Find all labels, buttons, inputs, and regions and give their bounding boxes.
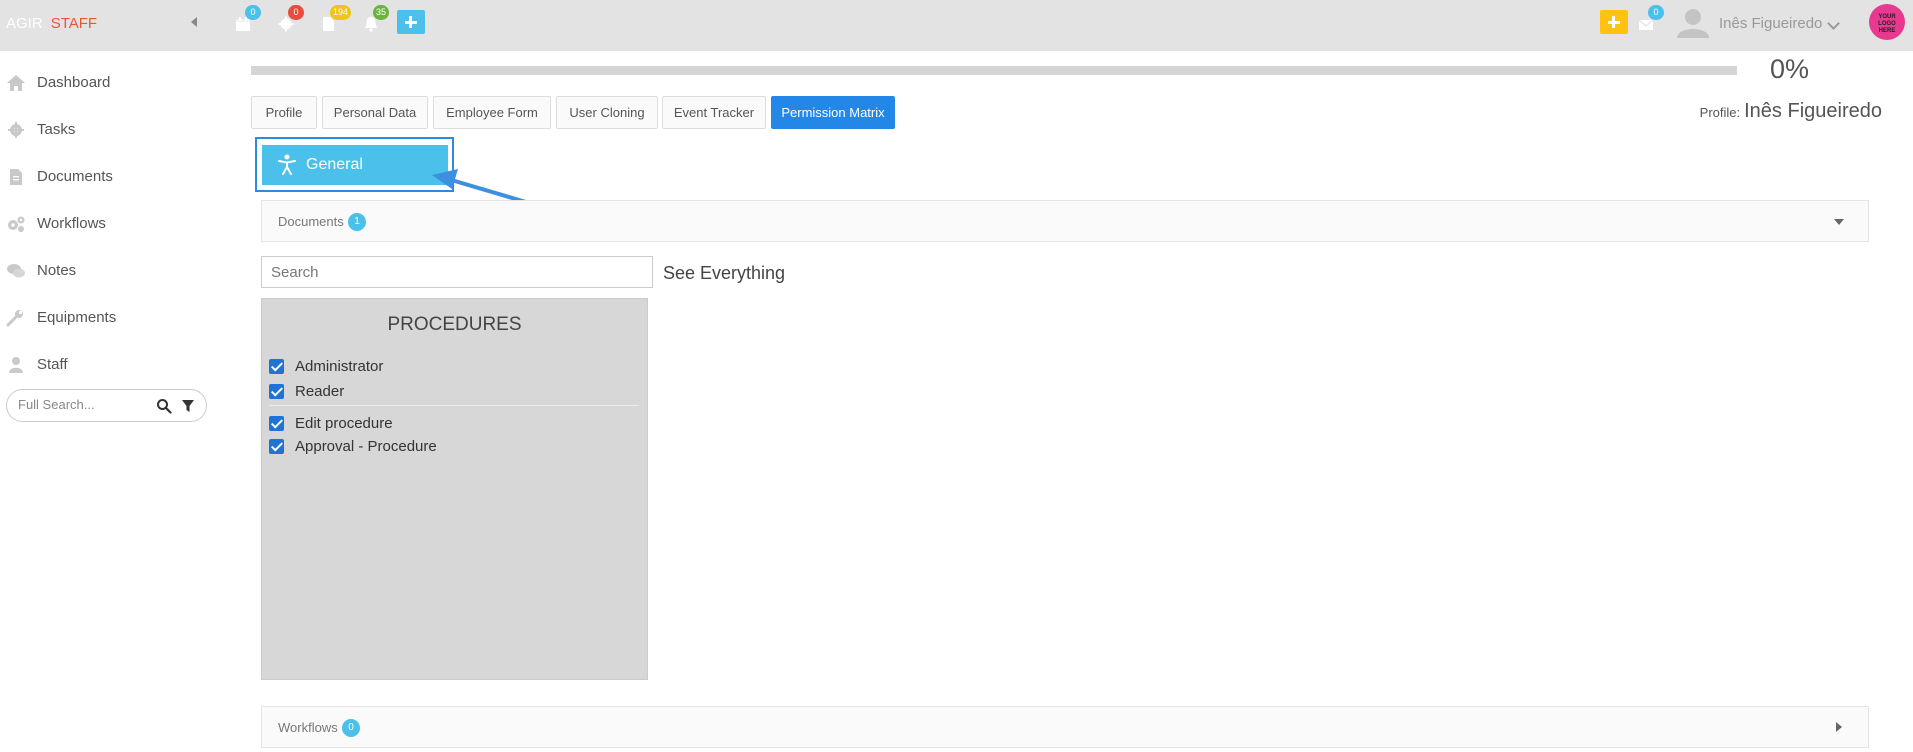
permission-label: Administrator	[295, 358, 384, 375]
sidebar-item-tasks[interactable]: Tasks	[0, 114, 210, 144]
documents-accordion-label: Documents	[278, 214, 344, 229]
messages-button[interactable]: 0	[1636, 5, 1664, 32]
permission-edit-procedure[interactable]: Edit procedure	[269, 414, 639, 434]
sidebar-item-workflows[interactable]: Workflows	[0, 208, 210, 238]
chevron-down-icon[interactable]	[1827, 17, 1840, 30]
permission-label: Approval - Procedure	[295, 438, 437, 455]
full-search-box	[6, 389, 207, 422]
wrench-icon	[6, 310, 23, 327]
general-permissions-button[interactable]: General Permissions	[262, 145, 448, 213]
calendar-badge: 0	[245, 5, 261, 20]
profile-label: Profile:	[1699, 105, 1741, 120]
sidebar-item-equipments[interactable]: Equipments	[0, 302, 210, 332]
sidebar-item-label: Tasks	[37, 121, 76, 138]
company-logo: YOUR LOGO HERE	[1869, 4, 1905, 40]
home-icon	[7, 75, 25, 91]
checkbox-checked[interactable]	[269, 416, 284, 431]
documents-accordion-header[interactable]: Documents 1	[261, 200, 1869, 242]
brand-part-staff: STAFF	[50, 15, 98, 32]
sidebar-item-label: Equipments	[37, 309, 117, 326]
sidebar-item-label: Staff	[37, 356, 68, 373]
sidebar-item-dashboard[interactable]: Dashboard	[0, 67, 210, 97]
permission-search-box	[261, 256, 653, 288]
permission-label: Edit procedure	[295, 415, 393, 432]
tab-employee-form[interactable]: Employee Form	[433, 96, 551, 129]
user-avatar-icon[interactable]	[1675, 8, 1711, 38]
checkbox-checked[interactable]	[269, 439, 284, 454]
workflows-count-badge: 0	[342, 719, 360, 737]
procedures-panel: PROCEDURES Administrator Reader Edit pro…	[261, 298, 648, 680]
permission-administrator[interactable]: Administrator	[269, 357, 639, 377]
notifications-button[interactable]: 35	[361, 5, 390, 32]
user-icon	[9, 357, 23, 373]
profile-header: Profile: Inês Figueiredo	[1700, 100, 1882, 123]
gears-icon	[8, 216, 25, 232]
calendar-button[interactable]: 0	[233, 5, 261, 32]
tab-event-tracker[interactable]: Event Tracker	[662, 96, 766, 129]
permission-label: Reader	[295, 383, 345, 400]
notifications-badge: 35	[373, 5, 390, 20]
documents-count-badge: 1	[348, 213, 366, 231]
sidebar-item-documents[interactable]: Documents	[0, 161, 210, 191]
sidebar-collapse-icon[interactable]	[191, 17, 197, 27]
search-icon[interactable]	[156, 398, 172, 414]
document-icon	[10, 169, 22, 185]
procedures-panel-title: PROCEDURES	[387, 314, 522, 335]
filter-icon[interactable]	[181, 399, 195, 413]
sidebar-item-label: Documents	[37, 168, 113, 185]
panel-divider	[269, 405, 639, 406]
profile-name: Inês Figueiredo	[1744, 100, 1882, 122]
settings-badge: 0	[288, 5, 304, 20]
documents-button[interactable]: 194	[318, 5, 352, 32]
permission-approval-procedure[interactable]: Approval - Procedure	[269, 437, 639, 457]
sidebar-item-label: Dashboard	[37, 74, 111, 91]
see-everything-label[interactable]: See Everything	[663, 263, 785, 284]
sidebar-item-staff[interactable]: Staff	[0, 349, 210, 379]
sidebar-item-label: Notes	[37, 262, 77, 279]
sidebar: Dashboard Tasks Documents Workflows Note…	[0, 51, 215, 752]
full-search-input[interactable]	[18, 397, 148, 412]
brand-part-agir: AGIR	[6, 15, 43, 32]
permission-reader[interactable]: Reader	[269, 382, 639, 402]
accessibility-icon	[278, 154, 296, 175]
tab-permission-matrix[interactable]: Permission Matrix	[771, 96, 895, 129]
sidebar-item-notes[interactable]: Notes	[0, 255, 210, 285]
top-bar: AGIR STAFF 0 0 194 35 0 Inês Figueiredo Y…	[0, 0, 1913, 51]
tab-personal-data[interactable]: Personal Data	[322, 96, 428, 129]
messages-badge: 0	[1648, 5, 1664, 20]
documents-badge: 194	[330, 5, 352, 20]
permission-search-input[interactable]	[271, 264, 641, 281]
settings-button[interactable]: 0	[276, 5, 304, 32]
quick-add-button[interactable]	[397, 10, 425, 34]
quick-add-yellow-button[interactable]	[1600, 10, 1628, 34]
tab-profile[interactable]: Profile	[251, 96, 317, 129]
progress-label: 0%	[1770, 54, 1810, 84]
checkbox-checked[interactable]	[269, 384, 284, 399]
caret-right-icon[interactable]	[1836, 722, 1842, 732]
checkbox-checked[interactable]	[269, 359, 284, 374]
brand-logo[interactable]: AGIR STAFF	[6, 15, 97, 32]
workflows-accordion-label: Workflows	[278, 720, 338, 735]
workflows-accordion-header[interactable]: Workflows 0	[261, 706, 1869, 748]
tab-user-cloning[interactable]: User Cloning	[556, 96, 658, 129]
user-name[interactable]: Inês Figueiredo	[1719, 15, 1822, 32]
caret-down-icon[interactable]	[1834, 219, 1844, 225]
comments-icon	[7, 264, 25, 278]
gear-icon	[8, 122, 24, 138]
sidebar-item-label: Workflows	[37, 215, 106, 232]
profile-progress-bar	[251, 66, 1737, 75]
